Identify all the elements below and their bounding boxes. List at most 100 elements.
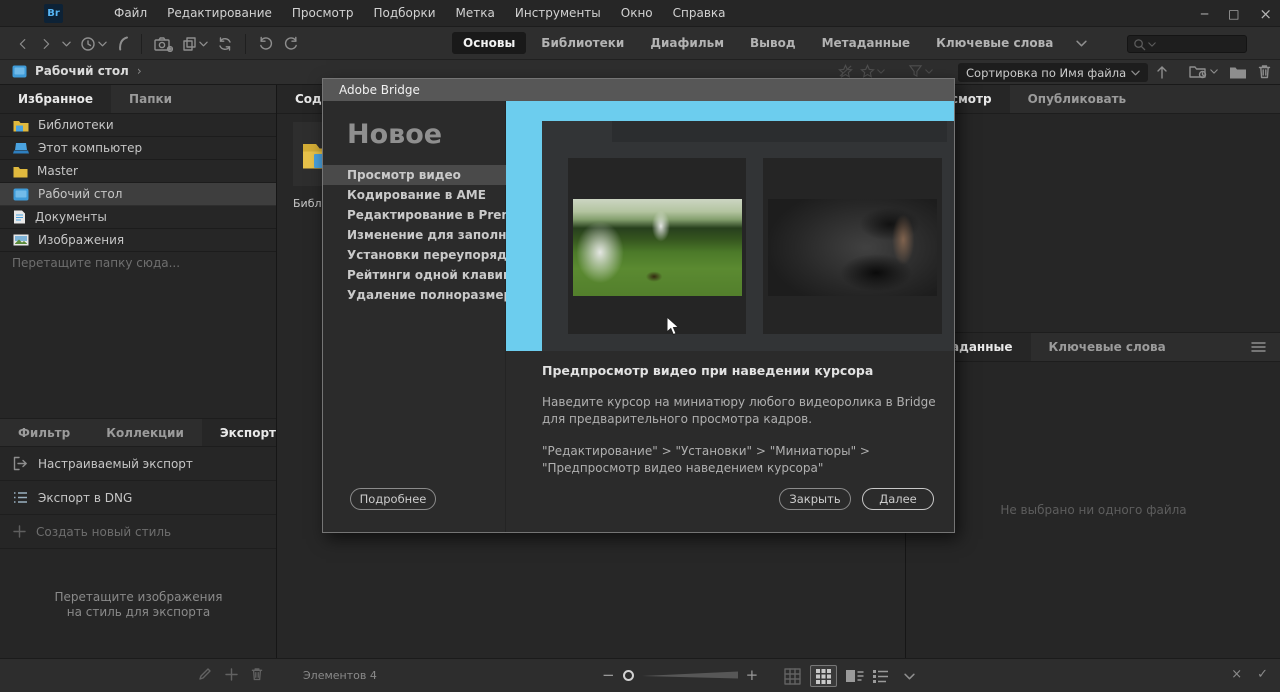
close-button[interactable]: ×: [1259, 5, 1272, 23]
custom-export-item[interactable]: Настраиваемый экспорт: [0, 447, 277, 481]
favorite-label: Библиотеки: [38, 118, 114, 132]
workspace-tab-output[interactable]: Вывод: [739, 32, 807, 54]
nav-one-key-ratings[interactable]: Рейтинги одной клавишей: [323, 265, 506, 285]
rating-star-icon[interactable]: [838, 64, 853, 78]
football-video-thumbnail: [573, 199, 742, 296]
menu-stacks[interactable]: Подборки: [373, 6, 435, 20]
favorite-pictures[interactable]: Изображения: [0, 229, 276, 252]
redo-icon[interactable]: [283, 36, 299, 51]
tab-filter[interactable]: Фильтр: [0, 419, 88, 446]
add-preset-plus-icon[interactable]: [225, 668, 238, 681]
search-icon: [1133, 38, 1146, 51]
favorite-master[interactable]: Master: [0, 160, 276, 183]
panel-menu-icon[interactable]: [1251, 341, 1266, 353]
pictures-icon: [13, 234, 29, 246]
favorite-desktop[interactable]: Рабочий стол: [0, 183, 276, 206]
tab-publish[interactable]: Опубликовать: [1010, 85, 1145, 113]
edit-preset-pencil-icon[interactable]: [198, 667, 212, 681]
nav-reordered-prefs[interactable]: Установки переупорядочен...: [323, 245, 506, 265]
running-video-thumbnail: [768, 199, 937, 296]
breadcrumb[interactable]: Рабочий стол ›: [12, 64, 142, 78]
create-preset-item[interactable]: Создать новый стиль: [0, 515, 277, 549]
sort-ascending-icon[interactable]: [1156, 65, 1168, 79]
tab-export[interactable]: Экспорт: [202, 419, 277, 446]
dialog-titlebar[interactable]: Adobe Bridge: [323, 79, 954, 101]
delete-preset-trash-icon[interactable]: [251, 667, 263, 681]
zoom-out-icon[interactable]: −: [602, 666, 615, 684]
tab-collections[interactable]: Коллекции: [88, 419, 202, 446]
export-drop-hint: Перетащите изображения на стиль для эксп…: [0, 590, 277, 620]
menu-help[interactable]: Справка: [673, 6, 726, 20]
filter-funnel-icon[interactable]: [908, 64, 933, 78]
workspace-tab-essentials[interactable]: Основы: [452, 32, 526, 54]
workspace-more-icon[interactable]: [1076, 40, 1087, 47]
view-options-chevron-icon[interactable]: [904, 673, 915, 680]
copy-icon[interactable]: [182, 36, 208, 52]
forward-button[interactable]: [39, 37, 53, 51]
thumbnail-size-slider[interactable]: − +: [602, 666, 758, 684]
right-panel: Просмотр Опубликовать Метаданные Ключевы…: [905, 85, 1280, 658]
desktop-folder-icon: [12, 65, 27, 78]
left-panel: Избранное Папки Библиотеки Этот компьюте…: [0, 85, 277, 658]
menu-window[interactable]: Окно: [621, 6, 653, 20]
search-input[interactable]: [1127, 35, 1247, 53]
export-dng-item[interactable]: Экспорт в DNG: [0, 481, 277, 515]
boomerang-icon[interactable]: [116, 36, 129, 51]
get-photos-camera-icon[interactable]: [154, 36, 173, 52]
menu-view[interactable]: Просмотр: [292, 6, 354, 20]
workspace-tab-libraries[interactable]: Библиотеки: [530, 32, 635, 54]
zoom-in-icon[interactable]: +: [746, 666, 759, 684]
minimize-button[interactable]: ─: [1201, 7, 1208, 21]
slider-track[interactable]: [642, 667, 738, 683]
favorite-libraries[interactable]: Библиотеки: [0, 114, 276, 137]
recent-files-icon[interactable]: [80, 36, 107, 52]
tab-favorites[interactable]: Избранное: [0, 85, 111, 113]
nav-video-preview[interactable]: Просмотр видео: [323, 165, 506, 185]
confirm-icon[interactable]: ✓: [1257, 667, 1268, 682]
nav-ame-encoding[interactable]: Кодирование в AME: [323, 185, 506, 205]
workspace-tab-metadata[interactable]: Метаданные: [811, 32, 922, 54]
close-dialog-button[interactable]: Закрыть: [779, 488, 851, 510]
list-view-icon[interactable]: [873, 669, 889, 683]
open-recent-folder-icon[interactable]: [1189, 64, 1218, 79]
plus-icon: [13, 525, 26, 538]
nav-premiere-editing[interactable]: Редактирование в Premiere ...: [323, 205, 506, 225]
menu-label[interactable]: Метка: [456, 6, 495, 20]
new-folder-icon[interactable]: [1229, 65, 1247, 79]
maximize-button[interactable]: □: [1228, 7, 1239, 21]
export-item-label: Настраиваемый экспорт: [38, 457, 193, 471]
cancel-icon[interactable]: ×: [1231, 667, 1242, 682]
thumbnail-view-button[interactable]: [810, 665, 837, 687]
favorite-label: Рабочий стол: [38, 187, 122, 201]
dialog-nav-panel: Новое Просмотр видео Кодирование в AME Р…: [323, 101, 506, 532]
slider-thumb[interactable]: [623, 670, 634, 681]
favorite-this-computer[interactable]: Этот компьютер: [0, 137, 276, 160]
nav-dropdown-icon[interactable]: [62, 41, 71, 47]
menu-file[interactable]: Файл: [114, 6, 147, 20]
nav-fill-change[interactable]: Изменение для заполнения...: [323, 225, 506, 245]
menu-tools[interactable]: Инструменты: [515, 6, 601, 20]
breadcrumb-label: Рабочий стол: [35, 64, 129, 78]
sort-dropdown[interactable]: Сортировка по Имя файла: [958, 63, 1148, 82]
undo-icon[interactable]: [258, 36, 274, 51]
whats-new-dialog: Adobe Bridge Новое Просмотр видео Кодиро…: [322, 78, 955, 533]
mock-toolbar: [612, 121, 947, 142]
details-view-icon[interactable]: [846, 669, 864, 683]
rating-filter-star-icon[interactable]: [860, 64, 885, 78]
adobe-bridge-window: Br Файл Редактирование Просмотр Подборки…: [0, 0, 1280, 692]
delete-trash-icon[interactable]: [1258, 64, 1271, 79]
workspace-tab-keywords[interactable]: Ключевые слова: [925, 32, 1064, 54]
menu-edit[interactable]: Редактирование: [167, 6, 272, 20]
grid-lock-view-icon[interactable]: [784, 668, 801, 685]
tab-keywords[interactable]: Ключевые слова: [1031, 333, 1184, 361]
workspace-tab-filmstrip[interactable]: Диафильм: [639, 32, 735, 54]
learn-more-button[interactable]: Подробнее: [350, 488, 436, 510]
mock-bridge-panel: [542, 121, 954, 351]
favorite-documents[interactable]: Документы: [0, 206, 276, 229]
next-button[interactable]: Далее: [862, 488, 934, 510]
nav-purge-fullsize[interactable]: Удаление полноразмерных...: [323, 285, 506, 305]
refresh-icon[interactable]: [217, 36, 233, 52]
tab-folders[interactable]: Папки: [111, 85, 190, 113]
workspace-switcher: Основы Библиотеки Диафильм Вывод Метадан…: [452, 32, 1087, 54]
back-button[interactable]: [16, 37, 30, 51]
